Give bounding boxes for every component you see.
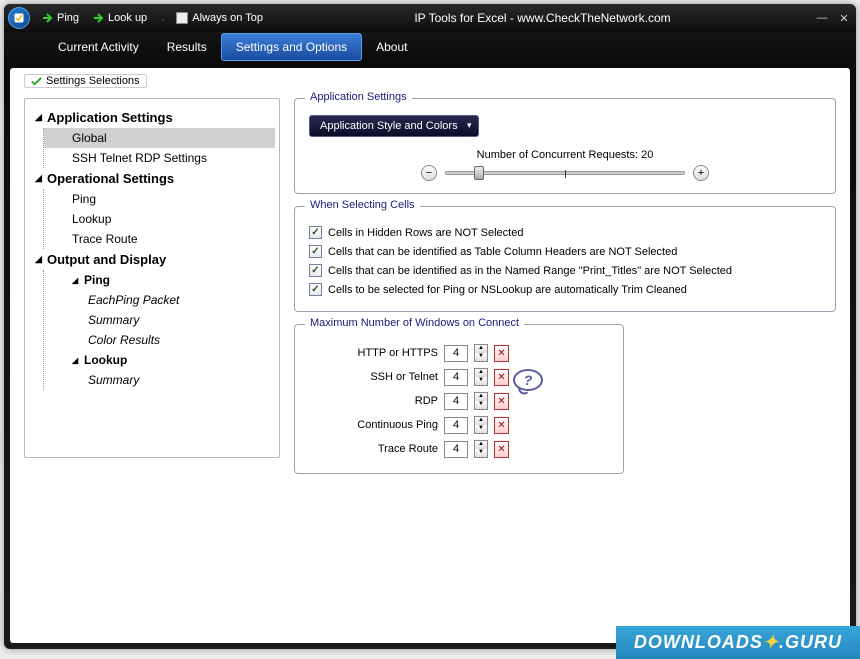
spin-up-icon[interactable]: ▲ xyxy=(475,345,487,353)
trace-delete-button[interactable]: ✕ xyxy=(494,441,509,458)
settings-selections-label: Settings Selections xyxy=(24,74,147,88)
tab-settings[interactable]: Settings and Options xyxy=(221,33,362,61)
tree-summary-lookup[interactable]: Summary xyxy=(44,370,275,390)
spin-down-icon[interactable]: ▼ xyxy=(475,377,487,385)
slider-track[interactable] xyxy=(445,171,685,175)
tree-out-ping[interactable]: ◢Ping xyxy=(44,270,275,290)
settings-tree[interactable]: ◢Application Settings Global SSH Telnet … xyxy=(24,98,280,458)
rdp-spinner[interactable]: ▲▼ xyxy=(474,392,488,410)
ssh-spinner[interactable]: ▲▼ xyxy=(474,368,488,386)
concurrent-requests-label: Number of Concurrent Requests: 20 xyxy=(309,149,821,161)
content-area: Settings Selections ◢Application Setting… xyxy=(10,68,850,643)
ping-label: Ping xyxy=(57,12,79,24)
pin-icon xyxy=(176,12,188,24)
lookup-label: Look up xyxy=(108,12,147,24)
http-input[interactable] xyxy=(444,345,468,362)
spin-up-icon[interactable]: ▲ xyxy=(475,393,487,401)
trace-label: Trace Route xyxy=(309,443,438,455)
arrow-right-icon xyxy=(42,12,54,24)
trace-input[interactable] xyxy=(444,441,468,458)
spin-up-icon[interactable]: ▲ xyxy=(475,417,487,425)
tree-summary-ping[interactable]: Summary xyxy=(44,310,275,330)
tree-out-lookup[interactable]: ◢Lookup xyxy=(44,350,275,370)
tree-global[interactable]: Global xyxy=(44,128,275,148)
checkbox-column-headers[interactable] xyxy=(309,245,322,258)
tab-results[interactable]: Results xyxy=(153,34,221,60)
checkbox-trim-cleaned[interactable] xyxy=(309,283,322,296)
slider-minus-button[interactable]: − xyxy=(421,165,437,181)
application-settings-group: Application Settings Application Style a… xyxy=(294,98,836,194)
http-label: HTTP or HTTPS xyxy=(309,347,438,359)
slider-thumb[interactable] xyxy=(474,166,484,180)
slider-tick xyxy=(565,170,566,178)
tree-trace-route[interactable]: Trace Route xyxy=(44,229,275,249)
tree-operational-settings[interactable]: ◢Operational Settings xyxy=(29,168,275,189)
label-column-headers: Cells that can be identified as Table Co… xyxy=(328,246,677,258)
rdp-label: RDP xyxy=(309,395,438,407)
tree-color-results[interactable]: Color Results xyxy=(44,330,275,350)
checkbox-hidden-rows[interactable] xyxy=(309,226,322,239)
spin-down-icon[interactable]: ▼ xyxy=(475,425,487,433)
arrow-right-icon xyxy=(93,12,105,24)
ssh-label: SSH or Telnet xyxy=(309,371,438,383)
lookup-button[interactable]: Look up xyxy=(87,10,153,26)
when-selecting-cells-group: When Selecting Cells Cells in Hidden Row… xyxy=(294,206,836,312)
always-on-top-toggle[interactable]: Always on Top xyxy=(170,10,269,26)
ssh-delete-button[interactable]: ✕ xyxy=(494,369,509,386)
right-panel: Application Settings Application Style a… xyxy=(294,98,836,629)
spin-up-icon[interactable]: ▲ xyxy=(475,369,487,377)
concurrent-requests-slider[interactable]: − + xyxy=(309,165,821,181)
application-settings-label: Application Settings xyxy=(305,91,412,103)
label-trim-cleaned: Cells to be selected for Ping or NSLooku… xyxy=(328,284,687,296)
tab-about[interactable]: About xyxy=(362,34,421,60)
rdp-delete-button[interactable]: ✕ xyxy=(494,393,509,410)
when-selecting-cells-label: When Selecting Cells xyxy=(305,199,420,211)
style-colors-dropdown[interactable]: Application Style and Colors xyxy=(309,115,479,137)
rdp-input[interactable] xyxy=(444,393,468,410)
tree-ping[interactable]: Ping xyxy=(44,189,275,209)
tab-current-activity[interactable]: Current Activity xyxy=(44,34,153,60)
minimize-button[interactable]: — xyxy=(814,12,830,24)
label-print-titles: Cells that can be identified as in the N… xyxy=(328,265,732,277)
tree-output-display[interactable]: ◢Output and Display xyxy=(29,249,275,270)
cont-ping-delete-button[interactable]: ✕ xyxy=(494,417,509,434)
titlebar: Ping Look up . Always on Top IP Tools fo… xyxy=(4,4,856,32)
spin-down-icon[interactable]: ▼ xyxy=(475,449,487,457)
spin-down-icon[interactable]: ▼ xyxy=(475,401,487,409)
app-icon xyxy=(8,7,30,29)
always-on-top-label: Always on Top xyxy=(192,12,263,24)
max-windows-group: Maximum Number of Windows on Connect ? H… xyxy=(294,324,624,474)
max-windows-label: Maximum Number of Windows on Connect xyxy=(305,317,524,329)
cont-ping-spinner[interactable]: ▲▼ xyxy=(474,416,488,434)
tab-bar: Current Activity Results Settings and Op… xyxy=(4,32,856,62)
checkbox-print-titles[interactable] xyxy=(309,264,322,277)
settings-selections-text: Settings Selections xyxy=(46,75,140,87)
watermark-a: DOWNLOADS xyxy=(634,632,763,652)
ssh-input[interactable] xyxy=(444,369,468,386)
tree-lookup[interactable]: Lookup xyxy=(44,209,275,229)
tree-app-settings[interactable]: ◢Application Settings xyxy=(29,107,275,128)
trace-spinner[interactable]: ▲▼ xyxy=(474,440,488,458)
close-button[interactable]: ✕ xyxy=(836,12,852,24)
window-title: IP Tools for Excel - www.CheckTheNetwork… xyxy=(271,11,814,25)
app-window: Ping Look up . Always on Top IP Tools fo… xyxy=(4,4,856,649)
tree-ssh-telnet-rdp[interactable]: SSH Telnet RDP Settings xyxy=(44,148,275,168)
slider-plus-button[interactable]: + xyxy=(693,165,709,181)
cont-ping-label: Continuous Ping xyxy=(309,419,438,431)
spin-down-icon[interactable]: ▼ xyxy=(475,353,487,361)
label-hidden-rows: Cells in Hidden Rows are NOT Selected xyxy=(328,227,523,239)
cont-ping-input[interactable] xyxy=(444,417,468,434)
check-icon xyxy=(31,76,42,87)
spin-up-icon[interactable]: ▲ xyxy=(475,441,487,449)
tree-each-ping-packet[interactable]: EachPing Packet xyxy=(44,290,275,310)
help-icon[interactable]: ? xyxy=(513,369,543,391)
watermark-b: .GURU xyxy=(779,632,842,652)
ping-button[interactable]: Ping xyxy=(36,10,85,26)
http-spinner[interactable]: ▲▼ xyxy=(474,344,488,362)
http-delete-button[interactable]: ✕ xyxy=(494,345,509,362)
watermark: DOWNLOADS✦.GURU xyxy=(616,626,860,659)
separator: . xyxy=(161,12,164,24)
